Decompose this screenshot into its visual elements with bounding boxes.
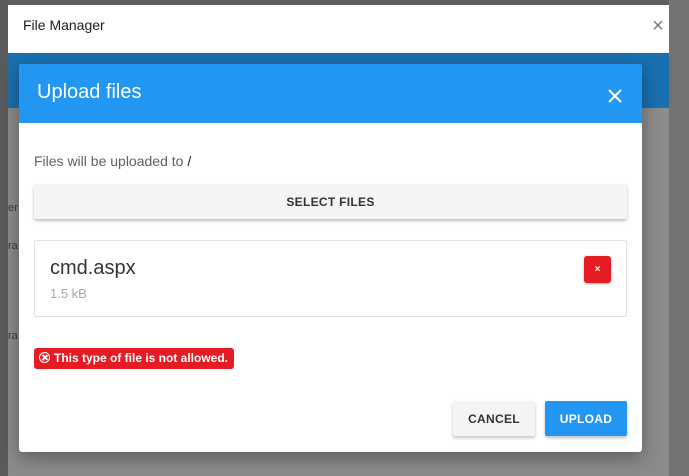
error-message-text: This type of file is not allowed. (54, 351, 229, 365)
select-files-button[interactable]: SELECT FILES (34, 184, 627, 219)
error-circle-icon (39, 352, 50, 363)
upload-dialog: Upload files Files will be uploaded to /… (19, 64, 642, 452)
file-name: cmd.aspx (50, 257, 136, 279)
upload-dialog-title: Upload files (37, 81, 142, 103)
background-text: ra (8, 240, 18, 252)
remove-file-button[interactable]: × (584, 256, 611, 283)
close-icon[interactable]: × (651, 16, 665, 36)
upload-destination: Files will be uploaded to / (34, 153, 191, 169)
cancel-button[interactable]: CANCEL (453, 401, 535, 436)
upload-destination-label: Files will be uploaded to (34, 153, 184, 169)
backdrop-left (0, 0, 8, 476)
background-text: ra (8, 330, 18, 342)
upload-destination-path: / (187, 153, 192, 169)
error-message: This type of file is not allowed. (34, 348, 235, 369)
upload-dialog-header: Upload files (19, 64, 642, 123)
background-text: er (8, 202, 18, 214)
file-manager-header: File Manager × (8, 5, 669, 53)
backdrop-right (669, 0, 689, 476)
file-size: 1.5 kB (50, 286, 87, 301)
close-icon[interactable] (605, 86, 625, 106)
upload-button[interactable]: UPLOAD (545, 401, 627, 436)
file-list-item: cmd.aspx 1.5 kB × (34, 240, 627, 317)
file-manager-title: File Manager (23, 17, 105, 33)
